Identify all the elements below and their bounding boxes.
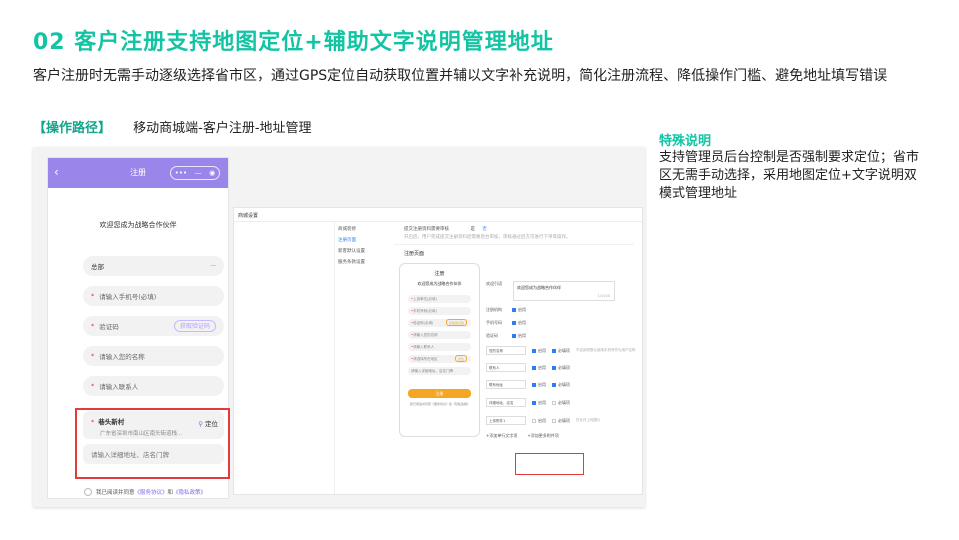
admin-menu: 商城装修 注册页面 新客默认设置 服务条款设置 <box>338 224 382 268</box>
more-icon[interactable]: ••• <box>175 169 187 177</box>
welcome-textarea[interactable]: 欢迎您成为战略合作伙伴 11/100 <box>513 281 615 301</box>
admin-menu-item-active[interactable]: 注册页面 <box>338 235 382 246</box>
phone-register-page: ‹ 注册 ••• — ◉ 欢迎您成为战略合作伙伴 总部 ··· * 请输入手机号… <box>47 157 230 499</box>
welcome-label: 欢迎引语 <box>486 281 502 286</box>
add-single-line-link[interactable]: +添加单行文字项 <box>486 433 517 439</box>
miniapp-capsule[interactable]: ••• — ◉ <box>170 166 220 180</box>
address-location-field[interactable]: * 巷头新村 广东省深圳市南山区南头街道栈... ⚲ 定位 <box>83 411 224 439</box>
required-star: * <box>91 382 95 390</box>
field-name-input[interactable]: 您的名称 <box>486 346 526 355</box>
review-yes[interactable]: 是 <box>470 227 475 232</box>
register-preview: 注册 欢迎您成为战略合作伙伴 •上游单位(必填) •手机号码(必填) •验证码(… <box>399 263 480 437</box>
add-options-row: +添加单行文字项 +添加更多附件项 <box>486 433 559 439</box>
welcome-count: 11/100 <box>597 294 610 298</box>
admin-menu-item[interactable]: 新客默认设置 <box>338 246 382 257</box>
special-note: 特殊说明 支持管理员后台控制是否强制要求定位；省市区无需手动选择，采用地图定位+… <box>659 134 929 203</box>
setting-input-row: 您的名称 启用 必填项 不启用则默认使用手机号作为用户名称 <box>486 346 636 355</box>
agree-checkbox[interactable] <box>84 488 92 496</box>
contact-input-placeholder: 请输入联系人 <box>99 383 139 391</box>
locate-button[interactable]: ⚲ 定位 <box>198 418 218 428</box>
required-star: * <box>91 352 95 360</box>
minimize-icon[interactable]: — <box>195 169 202 177</box>
preview-field: •请选择所在地区 定位 <box>408 355 471 363</box>
checkbox[interactable] <box>512 334 516 338</box>
sms-code-placeholder: 验证码 <box>99 323 119 331</box>
add-file-link[interactable]: +添加更多附件项 <box>527 433 558 439</box>
phone-nav-bar: ‹ 注册 ••• — ◉ <box>48 158 228 188</box>
preview-field: •上游单位(必填) <box>408 295 471 303</box>
address-name: 巷头新村 <box>98 418 125 426</box>
admin-settings-panel: 商城设置 商城装修 注册页面 新客默认设置 服务条款设置 提交注册资料需要审核 … <box>233 207 643 495</box>
preview-field: 请输入详细地址、店名门牌 <box>408 367 471 375</box>
phone-input[interactable]: * 请输入手机号(必填) <box>83 286 224 306</box>
setting-input-row: 联系地址 启用 必填项 <box>486 380 576 389</box>
required-star: * <box>91 418 95 426</box>
welcome-value: 欢迎您成为战略合作伙伴 <box>517 285 561 290</box>
setting-input-row: 联系人 启用 必填项 <box>486 363 576 372</box>
special-note-body: 支持管理员后台控制是否强制要求定位；省市区无需手动选择，采用地图定位+文字说明双… <box>659 150 920 201</box>
hq-label: 总部 <box>91 263 104 271</box>
operation-path-tag: 【操作路径】 <box>33 121 112 136</box>
phone-input-placeholder: 请输入手机号(必填) <box>99 293 157 301</box>
checkbox[interactable] <box>512 308 516 312</box>
field-name-input[interactable]: 详细地址、店名 <box>486 398 526 407</box>
screenshot-panel: ‹ 注册 ••• — ◉ 欢迎您成为战略合作伙伴 总部 ··· * 请输入手机号… <box>33 147 645 507</box>
preview-field: •手机号码(必填) <box>408 307 471 315</box>
admin-title: 商城设置 <box>238 213 259 219</box>
special-note-title: 特殊说明 <box>659 134 712 149</box>
setting-row: 手机号码 启用 <box>486 320 526 325</box>
setting-input-row: 上传附件1 启用 必填项 仅允许上传图片 <box>486 416 601 425</box>
contact-input[interactable]: * 请输入联系人 <box>83 376 224 396</box>
preview-locate-tag: 定位 <box>454 355 467 362</box>
setting-row: 注册机构 启用 <box>486 307 526 312</box>
preview-title: 注册 <box>434 271 445 277</box>
review-hint: 开启后，用户完成提交注册资料后需要后台审核，审核通过后方可进行下单等操作。 <box>404 235 571 240</box>
page-description: 客户注册时无需手动逐级选择省市区，通过GPS定位自动获取位置并辅以文字补充说明，… <box>33 68 888 84</box>
preview-field: •验证码(必填) 获取验证码 <box>408 319 471 327</box>
page-title: 02 客户注册支持地图定位+辅助文字说明管理地址 <box>33 30 554 55</box>
preview-agree: 我已阅读并同意《服务协议》和《隐私政策》 <box>410 402 471 406</box>
service-agreement-link[interactable]: 《服务协议》 <box>135 488 168 496</box>
detail-address-input[interactable]: 请输入详细地址、店名门牌 <box>83 444 224 464</box>
required-star: * <box>91 292 95 300</box>
required-star: * <box>91 322 95 330</box>
preview-sms-tag: 获取验证码 <box>445 319 467 326</box>
address-setting-highlight-box <box>515 453 584 475</box>
operation-path: 【操作路径】 移动商城端-客户注册-地址管理 <box>33 117 312 136</box>
more-icon: ··· <box>210 262 216 270</box>
admin-menu-item[interactable]: 服务条款设置 <box>338 257 382 268</box>
privacy-policy-link[interactable]: 《隐私政策》 <box>173 488 206 496</box>
field-name-input[interactable]: 联系人 <box>486 363 526 372</box>
setting-input-row: 详细地址、店名 启用 必填项 <box>486 398 576 407</box>
preview-register-button: 注册 <box>408 389 471 398</box>
get-code-button[interactable]: 获取验证码 <box>173 320 216 332</box>
welcome-text: 欢迎您成为战略合作伙伴 <box>99 221 177 229</box>
sms-code-input[interactable]: * 验证码 获取验证码 <box>83 316 224 336</box>
review-no[interactable]: 否 <box>482 227 487 232</box>
checkbox[interactable] <box>512 321 516 325</box>
locate-label: 定位 <box>205 420 218 428</box>
register-section-title: 注册页面 <box>404 251 425 257</box>
name-input[interactable]: * 请输入您的名称 <box>83 346 224 366</box>
location-pin-icon: ⚲ <box>198 420 203 428</box>
preview-field: •请输入联系人 <box>408 343 471 351</box>
agreement-row: 我已阅读并同意 《服务协议》 和 《隐私政策》 <box>84 488 206 496</box>
field-name-input[interactable]: 联系地址 <box>486 380 526 389</box>
operation-path-value: 移动商城端-客户注册-地址管理 <box>133 121 312 136</box>
setting-row: 验证码 启用 <box>486 333 526 338</box>
close-icon[interactable]: ◉ <box>209 169 215 177</box>
admin-menu-item[interactable]: 商城装修 <box>338 224 382 235</box>
field-name-input[interactable]: 上传附件1 <box>486 416 526 425</box>
preview-field: •请输入您的名称 <box>408 331 471 339</box>
address-detail: 广东省深圳市南山区南头街道栈... <box>100 431 183 437</box>
agree-text: 我已阅读并同意 <box>96 490 135 496</box>
review-label: 提交注册资料需要审核 <box>404 227 449 232</box>
name-input-placeholder: 请输入您的名称 <box>99 353 145 361</box>
hq-selector[interactable]: 总部 ··· <box>83 256 224 276</box>
review-setting: 提交注册资料需要审核 是 否 开启后，用户完成提交注册资料后需要后台审核，审核通… <box>404 226 571 240</box>
